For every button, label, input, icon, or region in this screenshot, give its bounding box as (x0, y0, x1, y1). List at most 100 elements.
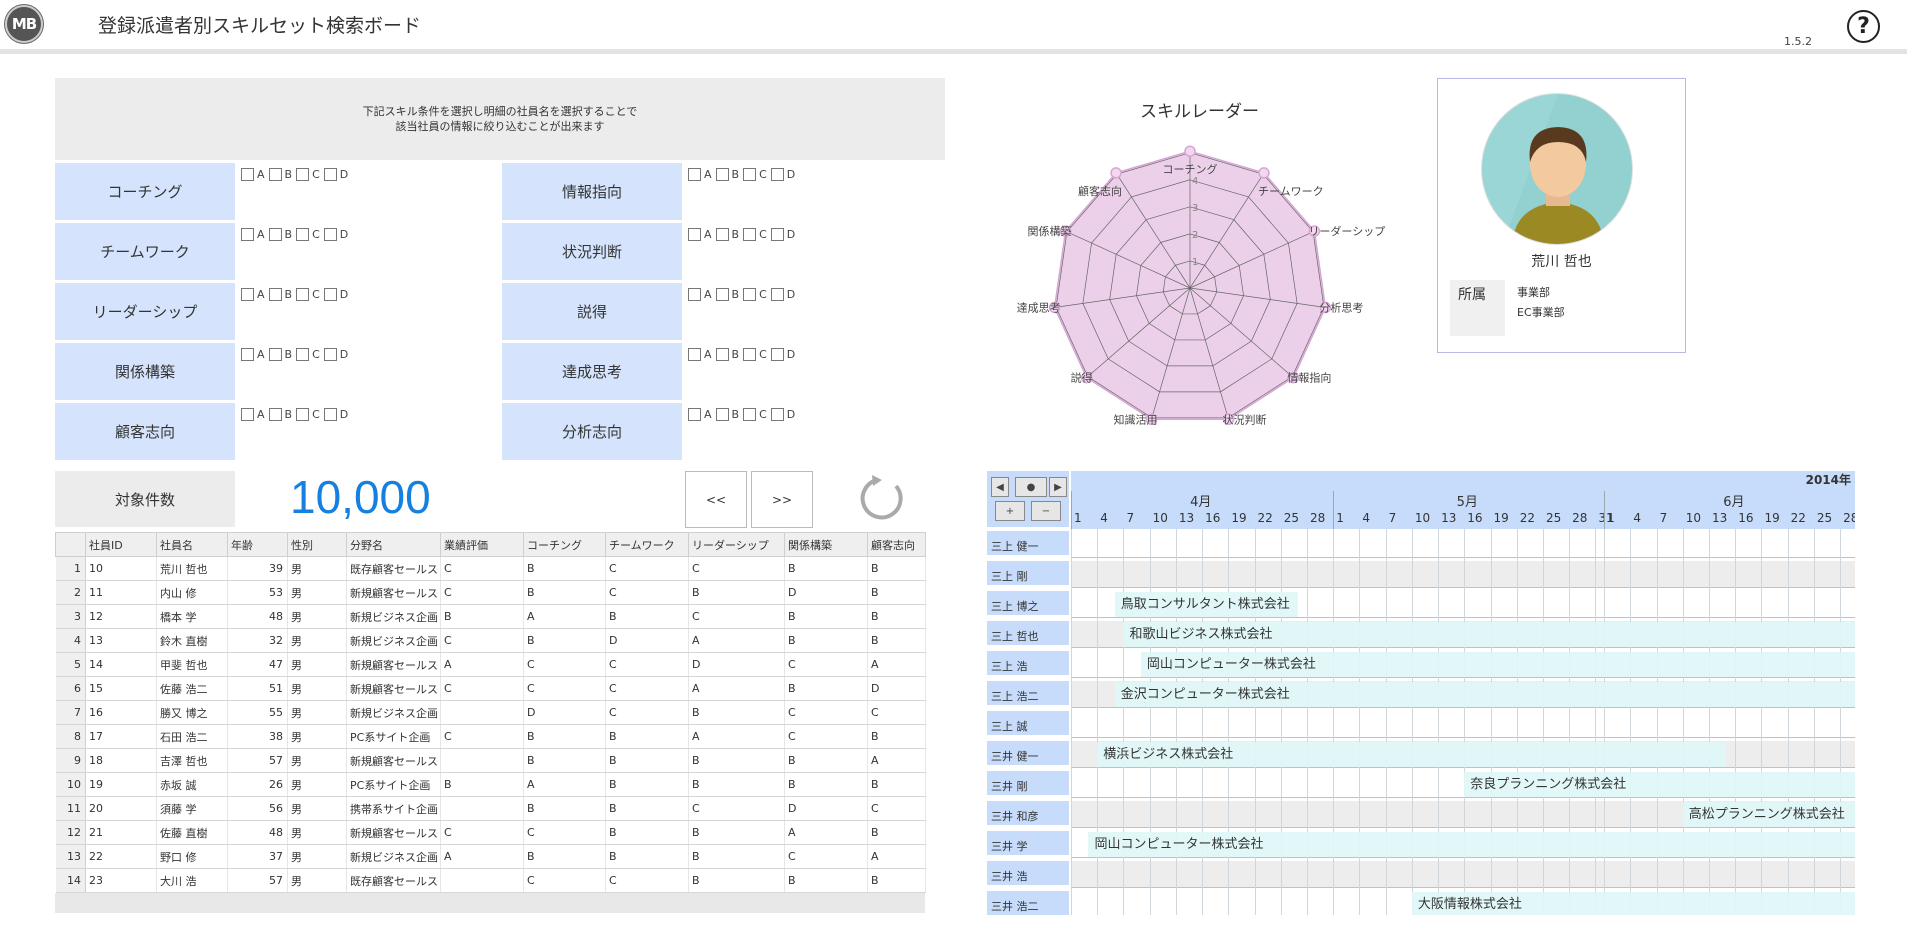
checkbox[interactable] (241, 228, 254, 241)
refresh-icon[interactable] (858, 473, 908, 523)
center-button[interactable]: ● (1015, 477, 1047, 497)
skill-option-b[interactable]: B (715, 408, 739, 421)
checkbox[interactable] (268, 348, 282, 361)
checkbox[interactable] (268, 228, 282, 241)
table-row[interactable]: 9 18 吉澤 哲也 57 男新規顧客セールス B B B B A (55, 748, 926, 773)
skill-option-c[interactable]: C (743, 168, 767, 181)
skill-option-b[interactable]: B (268, 348, 292, 361)
column-header[interactable]: 年齢 (227, 532, 288, 557)
table-row[interactable]: 7 16 勝又 博之 55 男新規ビジネス企画 D C B C C (55, 700, 926, 725)
checkbox[interactable] (688, 288, 701, 301)
table-row[interactable]: 13 22 野口 修 37 男新規ビジネス企画 A B B B C A (55, 844, 926, 869)
gantt-row-name[interactable]: 三上 浩二 (987, 681, 1069, 708)
checkbox[interactable] (296, 348, 310, 361)
skill-option-d[interactable]: D (323, 348, 348, 361)
employee-name-cell[interactable]: 佐藤 直樹 (156, 820, 228, 845)
skill-option-a[interactable]: A (241, 408, 265, 421)
table-row[interactable]: 11 20 須藤 学 56 男携帯系サイト企画 B B C D C (55, 796, 926, 821)
column-header[interactable]: 分野名 (346, 532, 441, 557)
gantt-row-name[interactable]: 三上 誠 (987, 711, 1069, 738)
skill-option-b[interactable]: B (715, 228, 739, 241)
checkbox[interactable] (743, 228, 757, 241)
gantt-row-name[interactable]: 三井 学 (987, 831, 1069, 858)
skill-option-c[interactable]: C (296, 228, 320, 241)
checkbox[interactable] (268, 408, 282, 421)
checkbox[interactable] (770, 288, 784, 301)
zoom-out-button[interactable]: − (1031, 501, 1061, 521)
app-logo[interactable]: MB (5, 5, 43, 43)
checkbox[interactable] (688, 408, 701, 421)
table-row[interactable]: 2 11 内山 修 53 男新規顧客セールス C B C B D B (55, 580, 926, 605)
checkbox[interactable] (770, 408, 784, 421)
table-row[interactable]: 4 13 鈴木 直樹 32 男新規ビジネス企画 C B D A B B (55, 628, 926, 653)
checkbox[interactable] (770, 348, 784, 361)
column-header[interactable]: コーチング (523, 532, 606, 557)
skill-option-d[interactable]: D (323, 228, 348, 241)
checkbox[interactable] (715, 408, 729, 421)
table-row[interactable]: 12 21 佐藤 直樹 48 男新規顧客セールス C C B B A B (55, 820, 926, 845)
column-header[interactable]: 社員ID (85, 532, 157, 557)
skill-option-c[interactable]: C (296, 288, 320, 301)
employee-name-cell[interactable]: 須藤 学 (156, 796, 228, 821)
skill-option-a[interactable]: A (241, 228, 265, 241)
skill-option-d[interactable]: D (770, 408, 795, 421)
skill-option-d[interactable]: D (323, 288, 348, 301)
checkbox[interactable] (715, 228, 729, 241)
checkbox[interactable] (688, 228, 701, 241)
employee-name-cell[interactable]: 甲斐 哲也 (156, 652, 228, 677)
checkbox[interactable] (770, 228, 784, 241)
column-header[interactable]: 業績評価 (440, 532, 524, 557)
skill-option-d[interactable]: D (323, 408, 348, 421)
checkbox[interactable] (241, 408, 254, 421)
scroll-left-button[interactable]: ◀ (991, 477, 1009, 497)
column-header[interactable]: 性別 (287, 532, 347, 557)
skill-option-d[interactable]: D (323, 168, 348, 181)
checkbox[interactable] (296, 288, 310, 301)
checkbox[interactable] (296, 168, 310, 181)
employee-name-cell[interactable]: 野口 修 (156, 844, 228, 869)
checkbox[interactable] (296, 228, 310, 241)
checkbox[interactable] (688, 168, 701, 181)
skill-option-c[interactable]: C (296, 408, 320, 421)
next-page-button[interactable]: >> (751, 471, 813, 528)
checkbox[interactable] (241, 288, 254, 301)
employee-name-cell[interactable]: 大川 浩 (156, 868, 228, 893)
gantt-row-name[interactable]: 三上 剛 (987, 561, 1069, 588)
checkbox[interactable] (715, 168, 729, 181)
skill-option-a[interactable]: A (241, 348, 265, 361)
skill-option-a[interactable]: A (688, 288, 712, 301)
skill-option-b[interactable]: B (715, 168, 739, 181)
checkbox[interactable] (715, 348, 729, 361)
checkbox[interactable] (743, 288, 757, 301)
skill-option-a[interactable]: A (241, 168, 265, 181)
checkbox[interactable] (241, 348, 254, 361)
employee-name-cell[interactable]: 内山 修 (156, 580, 228, 605)
gantt-row-name[interactable]: 三上 博之 (987, 591, 1069, 618)
skill-option-d[interactable]: D (770, 288, 795, 301)
checkbox[interactable] (268, 168, 282, 181)
prev-page-button[interactable]: << (685, 471, 747, 528)
table-row[interactable]: 5 14 甲斐 哲也 47 男新規顧客セールス A C C D C A (55, 652, 926, 677)
gantt-row-name[interactable]: 三上 健一 (987, 531, 1069, 558)
checkbox[interactable] (688, 348, 701, 361)
column-header[interactable]: 関係構築 (784, 532, 868, 557)
checkbox[interactable] (323, 288, 337, 301)
checkbox[interactable] (241, 168, 254, 181)
gantt-row-name[interactable]: 三井 剛 (987, 771, 1069, 798)
skill-option-b[interactable]: B (715, 348, 739, 361)
checkbox[interactable] (743, 348, 757, 361)
table-row[interactable]: 10 19 赤坂 誠 26 男 PC系サイト企画 B A B B B B (55, 772, 926, 797)
gantt-row-name[interactable]: 三井 浩 (987, 861, 1069, 888)
skill-option-a[interactable]: A (688, 168, 712, 181)
gantt-row-name[interactable]: 三上 浩 (987, 651, 1069, 678)
skill-option-a[interactable]: A (688, 408, 712, 421)
table-row[interactable]: 3 12 橋本 学 48 男新規ビジネス企画 B A B C B B (55, 604, 926, 629)
employee-name-cell[interactable]: 鈴木 直樹 (156, 628, 228, 653)
checkbox[interactable] (296, 408, 310, 421)
table-row[interactable]: 8 17 石田 浩二 38 男 PC系サイト企画 C B B A C B (55, 724, 926, 749)
column-header[interactable] (55, 532, 86, 557)
skill-option-c[interactable]: C (743, 288, 767, 301)
skill-option-a[interactable]: A (688, 228, 712, 241)
checkbox[interactable] (715, 288, 729, 301)
skill-option-b[interactable]: B (268, 168, 292, 181)
